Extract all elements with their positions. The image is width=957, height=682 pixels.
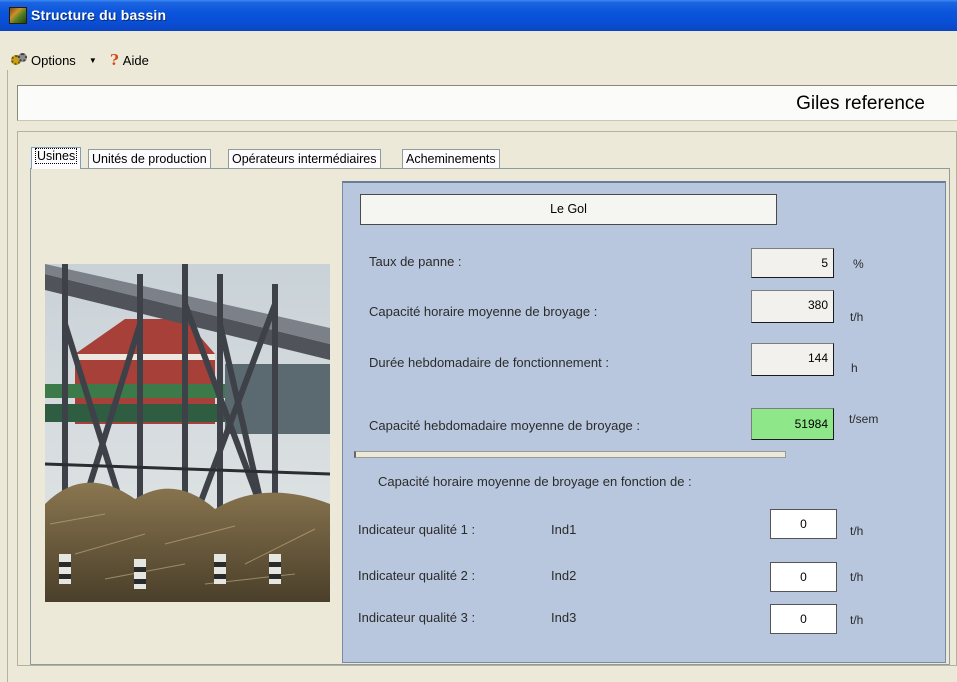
indicateur-2-unit: t/h: [850, 570, 864, 584]
title-bar[interactable]: Structure du bassin: [0, 0, 957, 31]
indicateur-2-code: Ind2: [551, 568, 577, 583]
factory-name-field[interactable]: Le Gol: [360, 194, 777, 225]
capacite-horaire-input[interactable]: 380: [751, 290, 834, 323]
capacite-hebdo-output: 51984: [751, 408, 834, 440]
menu-options-label: Options: [31, 52, 76, 68]
menu-bar: Options ▼ ? Aide: [0, 48, 957, 70]
indicateur-1-label: Indicateur qualité 1 :: [358, 522, 476, 537]
indicateur-3-label: Indicateur qualité 3 :: [358, 610, 476, 625]
indicateur-3-input[interactable]: 0: [770, 604, 837, 634]
menu-aide[interactable]: ? Aide: [110, 51, 149, 69]
separator-bar: [354, 451, 786, 458]
capacite-horaire-unit: t/h: [850, 310, 864, 324]
menu-options[interactable]: Options ▼: [11, 51, 97, 69]
taux-panne-label: Taux de panne :: [369, 254, 462, 269]
tab-usines[interactable]: Usines: [31, 147, 82, 169]
window-title: Structure du bassin: [31, 7, 167, 23]
taux-panne-unit: %: [853, 257, 864, 271]
duree-hebdo-label: Durée hebdomadaire de fonctionnement :: [369, 355, 609, 370]
tab-acheminements[interactable]: Acheminements: [402, 149, 500, 168]
taux-panne-input[interactable]: 5: [751, 248, 834, 278]
header-strip: Giles reference: [17, 85, 957, 121]
indicateur-2-label: Indicateur qualité 2 :: [358, 568, 476, 583]
indicateur-1-code: Ind1: [551, 522, 577, 537]
tab-label: Unités de production: [92, 152, 207, 166]
tab-label: Usines: [35, 148, 78, 164]
indicateur-1-input[interactable]: 0: [770, 509, 837, 539]
capacite-hebdo-label: Capacité hebdomadaire moyenne de broyage…: [369, 418, 641, 433]
capacite-hebdo-unit: t/sem: [849, 412, 879, 426]
quality-section-title: Capacité horaire moyenne de broyage en f…: [378, 474, 692, 489]
tab-operateurs-intermediaires[interactable]: Opérateurs intermédiaires: [228, 149, 381, 168]
indicateur-3-code: Ind3: [551, 610, 577, 625]
app-icon: [9, 7, 27, 24]
tab-label: Opérateurs intermédiaires: [232, 152, 377, 166]
duree-hebdo-input[interactable]: 144: [751, 343, 834, 376]
capacite-horaire-label: Capacité horaire moyenne de broyage :: [369, 304, 598, 319]
factory-photo: [45, 264, 330, 602]
indicateur-3-unit: t/h: [850, 613, 864, 627]
menu-aide-label: Aide: [122, 52, 149, 68]
indicateur-2-input[interactable]: 0: [770, 562, 837, 592]
indicateur-1-unit: t/h: [850, 524, 864, 538]
help-icon: ?: [110, 51, 119, 69]
tab-label: Acheminements: [406, 152, 496, 166]
duree-hebdo-unit: h: [851, 361, 858, 375]
tab-unites-production[interactable]: Unités de production: [88, 149, 211, 168]
dropdown-arrow-icon: ▼: [88, 55, 97, 65]
scenario-name: Giles reference: [796, 93, 925, 114]
left-edge: [0, 70, 8, 682]
gears-icon: [11, 53, 27, 67]
